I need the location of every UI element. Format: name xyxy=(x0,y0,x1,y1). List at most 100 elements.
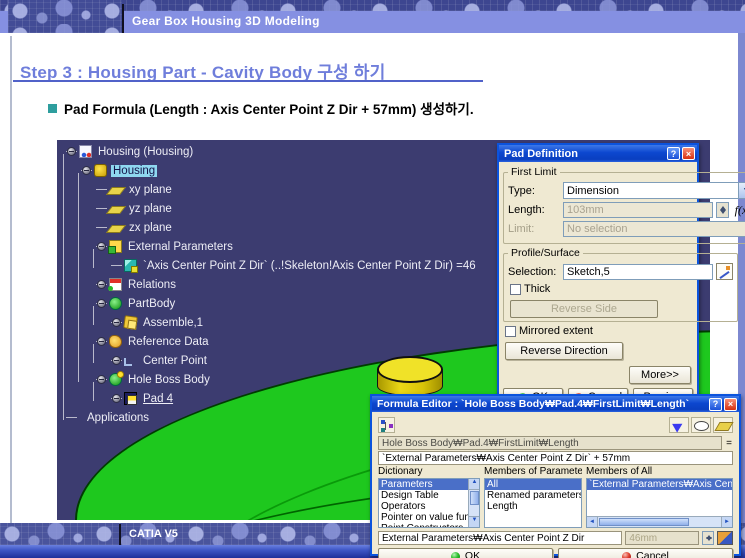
dictionary-list[interactable]: ParametersDesign TableOperatorsPointer o… xyxy=(378,478,480,528)
profile-surface-legend: Profile/Surface xyxy=(508,247,583,259)
pad-dialog-title: Pad Definition xyxy=(504,148,665,160)
reverse-direction-button[interactable]: Reverse Direction xyxy=(505,342,623,360)
header-banner: Gear Box Housing 3D Modeling xyxy=(0,0,745,33)
thick-label: Thick xyxy=(524,283,550,295)
members-of-parameters-list[interactable]: AllRenamed parametersLength xyxy=(484,478,582,528)
selection-input[interactable] xyxy=(563,264,713,280)
tree-item-label[interactable]: Relations xyxy=(126,279,178,291)
tree-item-label[interactable]: Housing xyxy=(111,165,157,177)
vertical-scrollbar[interactable] xyxy=(468,479,479,527)
holeboss-icon xyxy=(109,373,122,386)
eraser-icon[interactable] xyxy=(713,417,733,433)
refdata-icon xyxy=(109,335,122,348)
tree-expand-handle[interactable] xyxy=(112,318,121,327)
cancel-dot-icon xyxy=(622,552,631,558)
tree-item-label[interactable]: Pad 4 xyxy=(141,393,175,405)
bullet-icon xyxy=(48,104,57,113)
tree-item-label[interactable]: `Axis Center Point Z Dir` (..!Skeleton!A… xyxy=(141,260,478,272)
plane-icon xyxy=(106,206,126,214)
tree-expand-handle[interactable] xyxy=(112,356,121,365)
none-icon xyxy=(79,411,81,424)
help-icon[interactable]: ? xyxy=(667,147,680,160)
tree-expand-handle[interactable] xyxy=(97,280,106,289)
mirrored-extent-checkbox[interactable] xyxy=(505,326,516,337)
centerpoint-icon xyxy=(124,358,132,366)
tree-expand-handle[interactable] xyxy=(97,299,106,308)
tree-item-label[interactable]: Hole Boss Body xyxy=(126,374,212,386)
insert-structure-icon[interactable] xyxy=(378,417,395,433)
value-spinner[interactable] xyxy=(702,531,714,545)
tree-item-label[interactable]: External Parameters xyxy=(126,241,235,253)
tree-expand-handle[interactable] xyxy=(97,337,106,346)
tree-item-label[interactable]: PartBody xyxy=(126,298,177,310)
slide: Gear Box Housing 3D Modeling Step 3 : Ho… xyxy=(0,0,745,558)
tree-expand-handle[interactable] xyxy=(67,147,76,156)
wizard-icon[interactable] xyxy=(669,417,689,433)
tree-connector xyxy=(111,265,122,266)
tree-connector xyxy=(63,154,64,420)
more-button[interactable]: More>> xyxy=(629,366,691,384)
tree-expand-handle[interactable] xyxy=(97,242,106,251)
tree-item-label[interactable]: Applications xyxy=(85,412,151,424)
tree-item-label[interactable]: Reference Data xyxy=(126,336,211,348)
profile-surface-group: Profile/Surface Selection: Thick Reverse… xyxy=(503,247,738,322)
tree-item-label[interactable]: Assemble,1 xyxy=(141,317,205,329)
dictionary-label: Dictionary xyxy=(378,466,480,478)
horizontal-scrollbar[interactable] xyxy=(587,516,732,527)
list-item[interactable]: Length xyxy=(485,501,581,512)
tree-connector xyxy=(96,227,107,228)
thick-checkbox[interactable] xyxy=(510,284,521,295)
plane-icon xyxy=(106,225,126,233)
tree-connector xyxy=(66,417,77,418)
limit-input[interactable] xyxy=(563,221,745,237)
target-parameter-field[interactable] xyxy=(378,436,722,450)
list-item[interactable]: All xyxy=(485,479,581,490)
close-icon[interactable]: × xyxy=(724,398,737,411)
tree-expand-handle[interactable] xyxy=(112,394,121,403)
list-item[interactable]: Parameters xyxy=(379,479,479,490)
selected-parameter-field[interactable] xyxy=(378,531,622,545)
members-of-parameters-label: Members of Parameters xyxy=(484,466,582,478)
list-item[interactable]: Pointer on value functions xyxy=(379,512,479,523)
formula-fx-button[interactable]: f(x) xyxy=(732,203,745,218)
bullet-row: Pad Formula (Length : Axis Center Point … xyxy=(48,98,474,118)
formula-cancel-button[interactable]: Cancel xyxy=(558,548,733,558)
tree-item-label[interactable]: zx plane xyxy=(127,222,174,234)
parameter-value-field[interactable] xyxy=(625,531,699,545)
tree-item-label[interactable]: Center Point xyxy=(141,355,209,367)
list-item[interactable]: Design Table xyxy=(379,490,479,501)
comment-icon[interactable] xyxy=(691,417,711,433)
length-spinner[interactable] xyxy=(716,202,729,218)
extparam-icon xyxy=(109,240,122,253)
tree-item-label[interactable]: Housing (Housing) xyxy=(96,146,195,158)
formula-expression-field[interactable] xyxy=(378,451,733,465)
first-limit-group: First Limit Type: Dimension ▼ Length: f(… xyxy=(503,166,745,244)
header-divider xyxy=(122,4,124,33)
knowledge-icon[interactable] xyxy=(717,531,733,545)
help-icon[interactable]: ? xyxy=(709,398,722,411)
part-icon xyxy=(79,145,92,158)
members-of-all-label: Members of All xyxy=(586,466,733,478)
list-item[interactable]: Point Constructors xyxy=(379,523,479,528)
tree-item-label[interactable]: yz plane xyxy=(127,203,174,215)
formula-dialog-titlebar[interactable]: Formula Editor : `Hole Boss Body₩Pad.4₩F… xyxy=(372,396,739,412)
list-item[interactable]: Renamed parameters xyxy=(485,490,581,501)
chevron-down-icon[interactable]: ▼ xyxy=(738,183,745,198)
tree-expand-handle[interactable] xyxy=(97,375,106,384)
list-item[interactable]: `External Parameters₩Axis Center Point Z… xyxy=(587,479,732,490)
plane-icon xyxy=(106,187,126,195)
pad-definition-dialog: Pad Definition ? × First Limit Type: Dim… xyxy=(497,143,699,397)
list-item[interactable]: Operators xyxy=(379,501,479,512)
pad-icon xyxy=(124,392,137,405)
type-select[interactable]: Dimension ▼ xyxy=(563,182,745,199)
tree-item-label[interactable]: xy plane xyxy=(127,184,174,196)
pad-dialog-titlebar[interactable]: Pad Definition ? × xyxy=(499,145,697,162)
length-input[interactable] xyxy=(563,202,713,218)
length-label: Length: xyxy=(508,204,560,216)
members-of-all-list[interactable]: `External Parameters₩Axis Center Point Z… xyxy=(586,478,733,528)
sketch-icon[interactable] xyxy=(716,263,733,280)
formula-ok-button[interactable]: OK xyxy=(378,548,553,558)
close-icon[interactable]: × xyxy=(682,147,695,160)
tree-expand-handle[interactable] xyxy=(82,166,91,175)
reverse-side-button: Reverse Side xyxy=(510,300,658,318)
